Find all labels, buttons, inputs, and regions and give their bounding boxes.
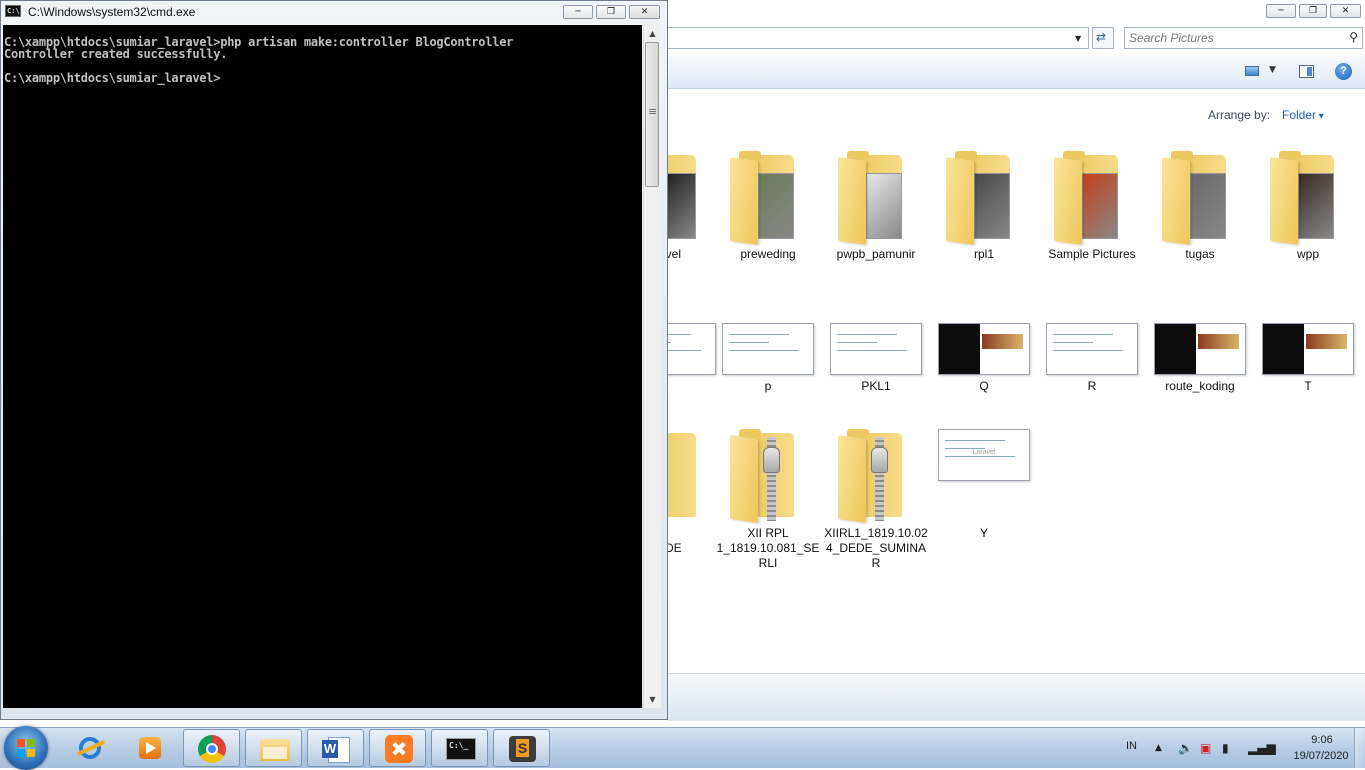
- item-label: Y: [979, 526, 988, 540]
- explorer-window: ─ ❐ ✕ ▼ ⇄ ⚲ ▼ ? Arrange by: Folder avelp…: [624, 0, 1365, 721]
- console-text: C:\xampp\htdocs\sumiar_laravel>php artis…: [4, 35, 514, 85]
- window-title: C:\Windows\system32\cmd.exe: [28, 5, 196, 19]
- cmd-minimize-button[interactable]: ─: [563, 5, 593, 19]
- cmd-close-button[interactable]: ✕: [629, 5, 660, 19]
- explorer-close-button[interactable]: ✕: [1330, 4, 1361, 18]
- signal-icon[interactable]: ▂▄▆: [1248, 741, 1276, 755]
- taskbar-command-prompt[interactable]: C:\_: [431, 729, 488, 767]
- image-thumbnail: [1262, 323, 1354, 375]
- refresh-icon: ⇄: [1096, 30, 1107, 44]
- item-label: XIIRL1_1819.10.02 4_DEDE_SUMINA R: [824, 526, 928, 570]
- taskbar-xampp[interactable]: ✖: [369, 729, 426, 767]
- image-thumbnail: [830, 323, 922, 375]
- cmd-app-icon[interactable]: C:\: [5, 5, 21, 17]
- windows-logo-icon: [17, 739, 35, 757]
- cmd-window: C:\ C:\Windows\system32\cmd.exe ─ ❐ ✕ C:…: [0, 0, 668, 720]
- media-player-icon: [135, 734, 165, 762]
- taskbar-chrome[interactable]: [183, 729, 240, 767]
- item-label: Sample Pictures: [1048, 247, 1136, 261]
- folder-icon: [728, 151, 808, 247]
- volume-icon[interactable]: 🔈: [1178, 741, 1193, 755]
- start-button[interactable]: [4, 726, 48, 770]
- item-label: T: [1304, 379, 1312, 393]
- clock-time[interactable]: 9:06: [1296, 734, 1348, 746]
- taskbar-sublime-text[interactable]: S: [493, 729, 550, 767]
- image-thumbnail: [1154, 323, 1246, 375]
- search-icon[interactable]: ⚲: [1349, 30, 1358, 44]
- item-label: R: [1087, 379, 1097, 393]
- folder-icon: [1052, 151, 1132, 247]
- folder-icon: [260, 735, 290, 763]
- show-desktop-button[interactable]: [1354, 728, 1365, 768]
- item-label: XII RPL 1_1819.10.081_SE RLI: [716, 526, 820, 570]
- vertical-scrollbar[interactable]: ▲ ▼: [643, 25, 661, 708]
- network-error-icon[interactable]: ▣: [1200, 741, 1211, 755]
- arrange-by-label: Arrange by:: [1208, 108, 1271, 122]
- preview-pane-icon[interactable]: [1299, 65, 1314, 78]
- search-input[interactable]: [1129, 30, 1329, 46]
- folder-icon: [1160, 151, 1240, 247]
- command-prompt-icon: C:\_: [446, 735, 476, 763]
- explorer-maximize-button[interactable]: ❐: [1299, 4, 1327, 18]
- system-tray: IN ▲ 🔈 ▣ ▮ ▂▄▆ 9:06 19/07/2020: [1120, 728, 1365, 768]
- xampp-icon: ✖: [384, 735, 414, 763]
- taskbar-internet-explorer[interactable]: [62, 729, 119, 767]
- item-label: rpl1: [973, 247, 994, 261]
- language-indicator[interactable]: IN: [1126, 740, 1137, 752]
- scrollbar-thumb[interactable]: [645, 42, 659, 187]
- image-thumbnail: [938, 323, 1030, 375]
- details-pane: [668, 673, 1365, 721]
- power-icon[interactable]: ▮: [1222, 741, 1229, 755]
- minimize-icon: ─: [575, 7, 581, 17]
- sublime-text-icon: S: [508, 735, 538, 763]
- item-label: wpp: [1296, 247, 1319, 261]
- refresh-button[interactable]: ⇄: [1092, 27, 1114, 49]
- item-label: route_koding: [1165, 379, 1235, 393]
- item-label: p: [764, 379, 772, 393]
- item-label: tugas: [1185, 247, 1215, 261]
- restore-icon: ❐: [606, 7, 616, 17]
- help-icon[interactable]: ?: [1335, 63, 1352, 80]
- item-label: Q: [979, 379, 989, 393]
- image-thumbnail: [722, 323, 814, 375]
- taskbar-word[interactable]: W: [307, 729, 364, 767]
- console-output[interactable]: C:\xampp\htdocs\sumiar_laravel>php artis…: [3, 25, 642, 708]
- folder-icon: [944, 151, 1024, 247]
- zip-folder-icon: [728, 429, 808, 525]
- scroll-up-arrow-icon[interactable]: ▲: [644, 25, 661, 42]
- zip-folder-icon: [836, 429, 916, 525]
- explorer-titlebar[interactable]: ─ ❐ ✕: [668, 0, 1365, 24]
- arrange-by-dropdown[interactable]: Folder: [1282, 108, 1324, 122]
- folder-icon: [1268, 151, 1348, 247]
- item-label: pwpb_pamunir: [836, 247, 916, 261]
- close-icon: ✕: [640, 7, 649, 17]
- cmd-titlebar[interactable]: C:\ C:\Windows\system32\cmd.exe ─ ❐ ✕: [1, 1, 667, 23]
- chrome-icon: [198, 735, 228, 763]
- close-icon: ✕: [1341, 6, 1350, 16]
- taskbar-windows-explorer[interactable]: [245, 729, 302, 767]
- clock-date[interactable]: 19/07/2020: [1278, 750, 1364, 762]
- chevron-down-icon[interactable]: ▼: [1075, 34, 1081, 43]
- address-bar[interactable]: ▼: [668, 27, 1089, 49]
- image-thumbnail: [1046, 323, 1138, 375]
- word-icon: W: [322, 735, 352, 763]
- taskbar-media-player[interactable]: [121, 729, 178, 767]
- explorer-minimize-button[interactable]: ─: [1266, 4, 1296, 18]
- scroll-down-arrow-icon[interactable]: ▼: [644, 691, 661, 708]
- view-options-icon[interactable]: [1245, 66, 1259, 76]
- item-label: preweding: [740, 247, 796, 261]
- search-box[interactable]: ⚲: [1124, 27, 1363, 49]
- minimize-icon: ─: [1278, 6, 1284, 16]
- item-label: PKL1: [861, 379, 891, 393]
- command-bar: ▼ ?: [668, 56, 1365, 89]
- folder-icon: [836, 151, 916, 247]
- chevron-down-icon[interactable]: ▼: [1269, 65, 1276, 75]
- thumbnail-caption: Laravel: [972, 449, 996, 456]
- taskbar: W ✖ C:\_ S IN ▲ 🔈 ▣ ▮ ▂▄▆ 9:06 19/07/202…: [0, 726, 1365, 770]
- cmd-maximize-button[interactable]: ❐: [596, 5, 626, 19]
- restore-icon: ❐: [1308, 6, 1318, 16]
- show-hidden-icons-icon[interactable]: ▲: [1155, 743, 1162, 753]
- internet-explorer-icon: [76, 734, 106, 762]
